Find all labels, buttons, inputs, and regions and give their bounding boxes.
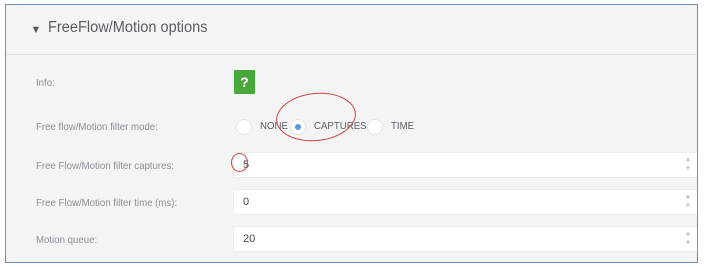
motion-queue-spinner[interactable]: ▲ ▼	[684, 230, 692, 248]
radio-captures[interactable]	[290, 119, 306, 135]
info-help-button[interactable]: ?	[234, 70, 255, 94]
radio-captures-label[interactable]: CAPTURES	[314, 120, 367, 132]
spin-down-icon[interactable]: ▼	[684, 165, 692, 174]
radio-time-label[interactable]: TIME	[391, 120, 414, 132]
spin-down-icon[interactable]: ▼	[684, 202, 692, 211]
radio-none-label[interactable]: NONE	[260, 120, 288, 132]
spin-up-icon[interactable]: ▲	[684, 193, 692, 202]
spin-down-icon[interactable]: ▼	[684, 239, 692, 248]
triangle-down-icon[interactable]: ▼	[30, 24, 42, 36]
radio-time[interactable]	[367, 119, 383, 135]
filter-time-field: ▲ ▼	[233, 189, 697, 215]
motion-queue-field: ▲ ▼	[233, 226, 697, 252]
filter-time-spinner[interactable]: ▲ ▼	[684, 193, 692, 211]
panel-header[interactable]: ▼ FreeFlow/Motion options	[6, 5, 697, 55]
panel-title: FreeFlow/Motion options	[48, 19, 208, 36]
filter-captures-spinner[interactable]: ▲ ▼	[684, 156, 692, 174]
filter-captures-input[interactable]	[234, 153, 664, 177]
spin-up-icon[interactable]: ▲	[684, 156, 692, 165]
spin-up-icon[interactable]: ▲	[684, 230, 692, 239]
info-label: Info:	[36, 77, 55, 89]
motion-queue-label: Motion queue:	[36, 234, 98, 246]
freeflow-motion-panel: ▼ FreeFlow/Motion options Info: ? Free f…	[5, 4, 698, 263]
filter-time-label: Free Flow/Motion filter time (ms):	[36, 197, 178, 209]
filter-time-input[interactable]	[234, 190, 664, 214]
filter-captures-label: Free Flow/Motion filter captures:	[36, 160, 174, 172]
radio-none[interactable]	[236, 119, 252, 135]
captures-highlight-circle	[273, 88, 359, 146]
filter-mode-label: Free flow/Motion filter mode:	[36, 121, 158, 133]
motion-queue-input[interactable]	[234, 227, 664, 251]
filter-captures-field: ▲ ▼	[233, 152, 697, 178]
